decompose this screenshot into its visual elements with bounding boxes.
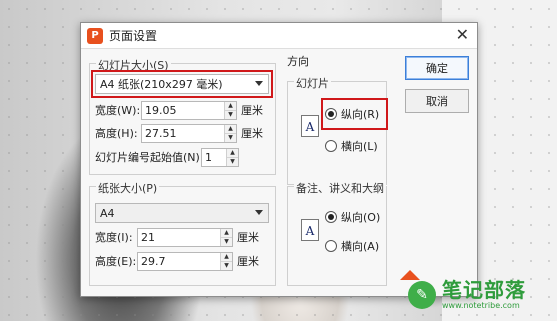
notes-portrait-label: 纵向(O) xyxy=(341,211,381,224)
slides-orientation-legend: 幻灯片 xyxy=(294,75,331,91)
watermark-url: www.notetribe.com xyxy=(442,301,520,310)
slide-height-row: 高度(H): 27.51 ▲ ▼ 厘米 xyxy=(95,123,263,143)
paper-width-value: 21 xyxy=(141,230,155,244)
notes-orientation-legend: 备注、讲义和大纲 xyxy=(294,180,386,196)
slide-start-value: 1 xyxy=(205,150,212,164)
notes-portrait-page-icon: A xyxy=(301,219,319,241)
radio-unchecked-icon[interactable] xyxy=(325,140,337,152)
slide-start-row: 幻灯片编号起始值(N): 1 ▲ ▼ xyxy=(95,147,239,167)
slides-portrait-highlight xyxy=(321,98,388,130)
paper-width-label: 宽度(I): xyxy=(95,231,133,244)
slide-height-input[interactable]: 27.51 ▲ ▼ xyxy=(141,123,237,143)
paper-height-row: 高度(E): 29.7 ▲ ▼ 厘米 xyxy=(95,251,259,271)
stepper-up-icon[interactable]: ▲ xyxy=(225,101,236,110)
paper-height-value: 29.7 xyxy=(141,254,166,268)
paper-width-input[interactable]: 21 ▲ ▼ xyxy=(137,227,233,247)
slide-start-input[interactable]: 1 ▲ ▼ xyxy=(201,147,239,167)
slide-width-unit: 厘米 xyxy=(241,104,263,117)
cancel-button[interactable]: 取消 xyxy=(405,89,469,113)
portrait-page-icon: A xyxy=(301,115,319,137)
close-icon[interactable]: ✕ xyxy=(456,26,469,44)
paper-width-unit: 厘米 xyxy=(237,231,259,244)
paper-size-legend: 纸张大小(P) xyxy=(96,180,160,196)
wps-presentation-icon: P xyxy=(87,27,103,44)
paper-height-label: 高度(E): xyxy=(95,255,137,268)
slides-landscape-option[interactable]: 横向(L) xyxy=(325,138,378,154)
slide-width-label: 宽度(W): xyxy=(95,104,141,117)
notes-portrait-option[interactable]: 纵向(O) xyxy=(325,209,380,225)
notes-landscape-option[interactable]: 横向(A) xyxy=(325,238,379,254)
dialog-title: 页面设置 xyxy=(109,29,158,43)
watermark-text: 笔记部落 www.notetribe.com xyxy=(442,279,526,310)
notes-landscape-label: 横向(A) xyxy=(341,240,380,253)
orientation-legend: 方向 xyxy=(287,55,309,68)
slide-width-input[interactable]: 19.05 ▲ ▼ xyxy=(141,100,237,120)
slide-start-label: 幻灯片编号起始值(N): xyxy=(95,151,204,164)
paper-height-stepper[interactable]: ▲ ▼ xyxy=(220,252,232,270)
roof-icon xyxy=(400,270,420,280)
site-watermark: ✎ 笔记部落 www.notetribe.com xyxy=(400,268,557,321)
ok-button[interactable]: 确定 xyxy=(405,56,469,80)
stepper-down-icon[interactable]: ▼ xyxy=(225,109,236,119)
slides-landscape-label: 横向(L) xyxy=(341,140,378,153)
paper-size-selected: A4 xyxy=(100,206,115,220)
stepper-down-icon[interactable]: ▼ xyxy=(227,156,238,166)
stepper-down-icon[interactable]: ▼ xyxy=(221,260,232,270)
paper-height-input[interactable]: 29.7 ▲ ▼ xyxy=(137,251,233,271)
slide-size-highlight xyxy=(91,70,273,98)
stepper-up-icon[interactable]: ▲ xyxy=(221,252,232,261)
watermark-main: 笔记部落 xyxy=(442,278,526,302)
stepper-up-icon[interactable]: ▲ xyxy=(221,228,232,237)
paper-width-stepper[interactable]: ▲ ▼ xyxy=(220,228,232,246)
slide-width-row: 宽度(W): 19.05 ▲ ▼ 厘米 xyxy=(95,100,263,120)
slide-width-value: 19.05 xyxy=(145,103,177,117)
pen-logo-icon: ✎ xyxy=(408,280,436,309)
slide-height-unit: 厘米 xyxy=(241,127,263,140)
page-setup-dialog: P 页面设置 ✕ 幻灯片大小(S) A4 纸张(210x297 毫米) 宽度(W… xyxy=(80,22,478,297)
stepper-down-icon[interactable]: ▼ xyxy=(221,236,232,246)
stepper-up-icon[interactable]: ▲ xyxy=(227,148,238,157)
paper-size-select[interactable]: A4 xyxy=(95,203,269,223)
slide-height-label: 高度(H): xyxy=(95,127,138,140)
radio-unchecked-icon[interactable] xyxy=(325,240,337,252)
slide-start-stepper[interactable]: ▲ ▼ xyxy=(226,148,238,166)
chevron-down-icon xyxy=(255,210,263,215)
paper-height-unit: 厘米 xyxy=(237,255,259,268)
stepper-down-icon[interactable]: ▼ xyxy=(225,132,236,142)
slide-height-stepper[interactable]: ▲ ▼ xyxy=(224,124,236,142)
title-bar[interactable]: P 页面设置 ✕ xyxy=(81,23,477,49)
radio-checked-icon[interactable] xyxy=(325,211,337,223)
slide-width-stepper[interactable]: ▲ ▼ xyxy=(224,101,236,119)
paper-width-row: 宽度(I): 21 ▲ ▼ 厘米 xyxy=(95,227,259,247)
slide-height-value: 27.51 xyxy=(145,126,177,140)
stepper-up-icon[interactable]: ▲ xyxy=(225,124,236,133)
